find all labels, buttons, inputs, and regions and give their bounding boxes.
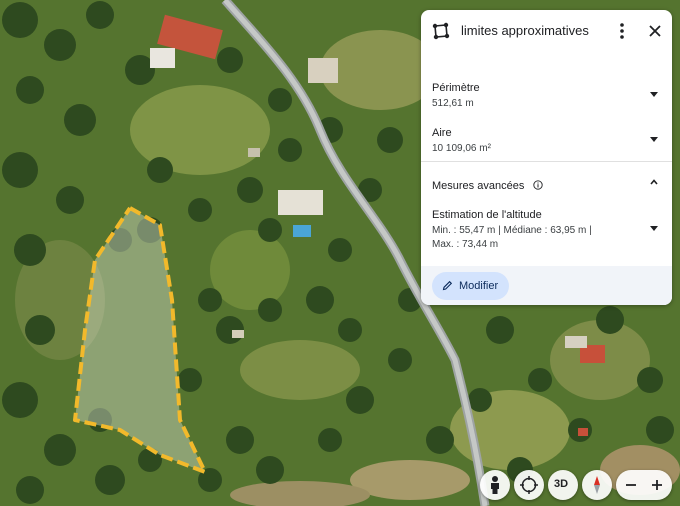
- perimeter-label: Périmètre: [432, 82, 480, 94]
- panel-title: limites approximatives: [461, 23, 589, 38]
- compass-icon: [594, 476, 600, 494]
- compass-button[interactable]: [582, 470, 612, 500]
- divider: [421, 161, 672, 162]
- modify-button-label: Modifier: [459, 280, 499, 292]
- chevron-up-icon[interactable]: [650, 178, 658, 186]
- panel-header: limites approximatives: [421, 10, 672, 52]
- rotate-view-icon: [520, 476, 538, 494]
- three-d-button[interactable]: 3D: [548, 470, 578, 500]
- area-label: Aire: [432, 127, 452, 139]
- altitude-label: Estimation de l'altitude: [432, 209, 542, 221]
- perimeter-dropdown-icon[interactable]: [650, 92, 658, 97]
- perimeter-row[interactable]: Périmètre 512,61 m: [432, 82, 662, 110]
- zoom-out-icon[interactable]: [623, 477, 639, 493]
- area-value: 10 109,06 m²: [432, 143, 491, 154]
- street-view-button[interactable]: [480, 470, 510, 500]
- altitude-line-2: Max. : 73,44 m: [432, 239, 499, 250]
- three-d-label: 3D: [554, 478, 569, 490]
- zoom-in-icon[interactable]: [649, 477, 665, 493]
- altitude-line-1: Min. : 55,47 m | Médiane : 63,95 m |: [432, 225, 592, 236]
- rotate-view-button[interactable]: [514, 470, 544, 500]
- close-icon[interactable]: [645, 21, 665, 41]
- altitude-row[interactable]: Estimation de l'altitude Min. : 55,47 m …: [432, 209, 662, 251]
- zoom-control: [616, 470, 672, 500]
- advanced-measures-header[interactable]: Mesures avancées: [432, 176, 662, 194]
- polygon-shape-icon: [432, 22, 450, 40]
- pencil-icon: [442, 280, 453, 291]
- more-options-icon[interactable]: [614, 20, 630, 42]
- area-row[interactable]: Aire 10 109,06 m²: [432, 127, 662, 155]
- modify-button[interactable]: Modifier: [432, 272, 509, 300]
- pegman-icon: [491, 476, 499, 494]
- measurement-panel: limites approximatives Périmètre 512,61 …: [421, 10, 672, 305]
- area-dropdown-icon[interactable]: [650, 137, 658, 142]
- info-icon[interactable]: [533, 180, 543, 190]
- perimeter-value: 512,61 m: [432, 98, 474, 109]
- altitude-dropdown-icon[interactable]: [650, 226, 658, 231]
- panel-footer: Modifier: [421, 266, 672, 305]
- advanced-measures-label: Mesures avancées: [432, 180, 525, 192]
